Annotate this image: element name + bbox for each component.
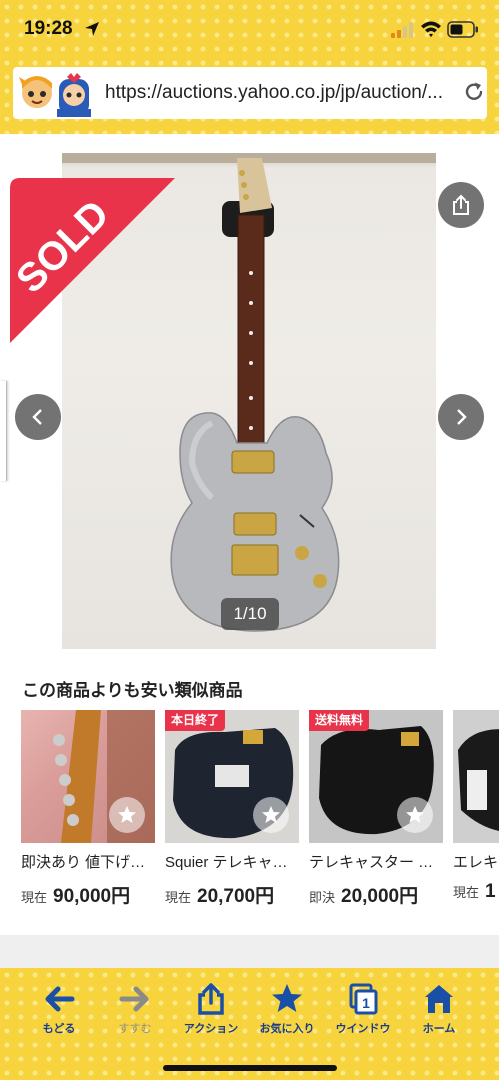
share-icon — [198, 983, 224, 1015]
item-price: 現在 90,000円 — [21, 881, 155, 908]
item-thumbnail[interactable] — [453, 710, 499, 843]
image-counter: 1/10 — [221, 598, 279, 630]
home-indicator[interactable] — [163, 1065, 337, 1071]
item-thumbnail[interactable]: 送料無料 — [309, 710, 443, 843]
price-value: 1 — [485, 881, 496, 902]
side-drawer-handle[interactable] — [0, 381, 7, 481]
chevron-left-icon — [32, 409, 42, 425]
back-button[interactable]: もどる — [29, 982, 89, 1036]
favorites-label: お気に入り — [259, 1023, 315, 1035]
price-value: 20,700円 — [197, 886, 275, 907]
item-price: 現在 20,700円 — [165, 881, 299, 908]
favorite-button[interactable] — [109, 797, 145, 833]
address-bar[interactable]: https://auctions.yahoo.co.jp/jp/auction/… — [13, 67, 487, 119]
window-label: ウインドウ — [335, 1023, 391, 1035]
item-price: 即決 20,000円 — [309, 881, 443, 908]
wifi-icon — [421, 21, 441, 37]
star-icon — [406, 806, 424, 823]
similar-items-heading: この商品よりも安い類似商品 — [22, 681, 243, 700]
forward-button[interactable]: すすむ — [105, 982, 165, 1036]
arrow-left-icon — [45, 986, 75, 1012]
star-icon — [272, 984, 302, 1012]
similar-item-card[interactable]: 即決あり 値下げ交渉可 現在 90,000円 — [21, 710, 155, 908]
price-label: 現在 — [21, 890, 48, 905]
browser-header: 19:28 https://auctions.yahoo.co.jp/jp/au… — [0, 0, 499, 134]
chevron-right-icon — [457, 409, 467, 425]
arrow-right-icon — [119, 986, 149, 1012]
next-image-button[interactable] — [438, 394, 484, 440]
location-arrow-icon — [85, 22, 99, 36]
star-icon — [262, 806, 280, 823]
item-price: 現在 1 — [453, 881, 499, 903]
item-tag: 本日終了 — [165, 710, 226, 731]
browser-toolbar: もどる すすむ アクション お気に入り 1 ウインドウ ホーム — [0, 968, 499, 1080]
thumbnail-image — [453, 710, 499, 843]
reload-icon[interactable] — [462, 80, 486, 104]
share-icon — [453, 194, 469, 215]
similar-item-card[interactable]: 本日終了 Squier テレキャスター 現在 20,700円 — [165, 710, 299, 908]
action-label: アクション — [183, 1023, 239, 1035]
home-button[interactable]: ホーム — [409, 982, 469, 1036]
similar-item-card[interactable]: エレキ 現在 1 — [453, 710, 499, 903]
favorite-button[interactable] — [253, 797, 289, 833]
item-title[interactable]: 即決あり 値下げ交渉可 — [21, 851, 155, 872]
item-title[interactable]: Squier テレキャスター — [165, 851, 299, 872]
window-count: 1 — [362, 995, 370, 1011]
price-label: 即決 — [309, 890, 336, 905]
back-label: もどる — [42, 1023, 76, 1035]
price-label: 現在 — [453, 885, 480, 900]
window-button[interactable]: 1 ウインドウ — [333, 982, 393, 1036]
price-value: 20,000円 — [341, 886, 419, 907]
price-label: 現在 — [165, 890, 192, 905]
url-text[interactable]: https://auctions.yahoo.co.jp/jp/auction/… — [105, 82, 450, 104]
item-tag: 送料無料 — [309, 710, 370, 731]
windows-icon: 1 — [349, 983, 378, 1015]
home-icon — [425, 985, 453, 1013]
sold-badge: SOLD — [10, 178, 175, 343]
item-title[interactable]: エレキ — [453, 851, 499, 872]
home-label: ホーム — [422, 1023, 456, 1035]
similar-item-card[interactable]: 送料無料 テレキャスター ボディ 即決 20,000円 — [309, 710, 443, 908]
forward-label: すすむ — [118, 1023, 152, 1035]
favorites-button[interactable]: お気に入り — [257, 982, 317, 1036]
share-button[interactable] — [438, 182, 484, 228]
similar-items-list[interactable]: 即決あり 値下げ交渉可 現在 90,000円 本日終了 Squier テレキャスタ… — [21, 710, 499, 910]
app-logo-icon — [19, 73, 91, 117]
status-bar: 19:28 — [0, 0, 499, 60]
item-thumbnail[interactable]: 本日終了 — [165, 710, 299, 843]
item-title[interactable]: テレキャスター ボディ — [309, 851, 443, 872]
favorite-button[interactable] — [397, 797, 433, 833]
cellular-signal-icon — [391, 22, 413, 38]
status-time: 19:28 — [24, 18, 73, 39]
price-value: 90,000円 — [53, 886, 131, 907]
action-button[interactable]: アクション — [181, 982, 241, 1036]
prev-image-button[interactable] — [15, 394, 61, 440]
image-gallery[interactable]: SOLD 1/10 — [0, 149, 499, 649]
item-thumbnail[interactable] — [21, 710, 155, 843]
battery-icon — [447, 21, 478, 38]
item-page: SOLD 1/10 この商品よりも安い類似商品 即決あり 値下げ交 現在 90,… — [0, 134, 499, 935]
star-icon — [118, 806, 136, 823]
